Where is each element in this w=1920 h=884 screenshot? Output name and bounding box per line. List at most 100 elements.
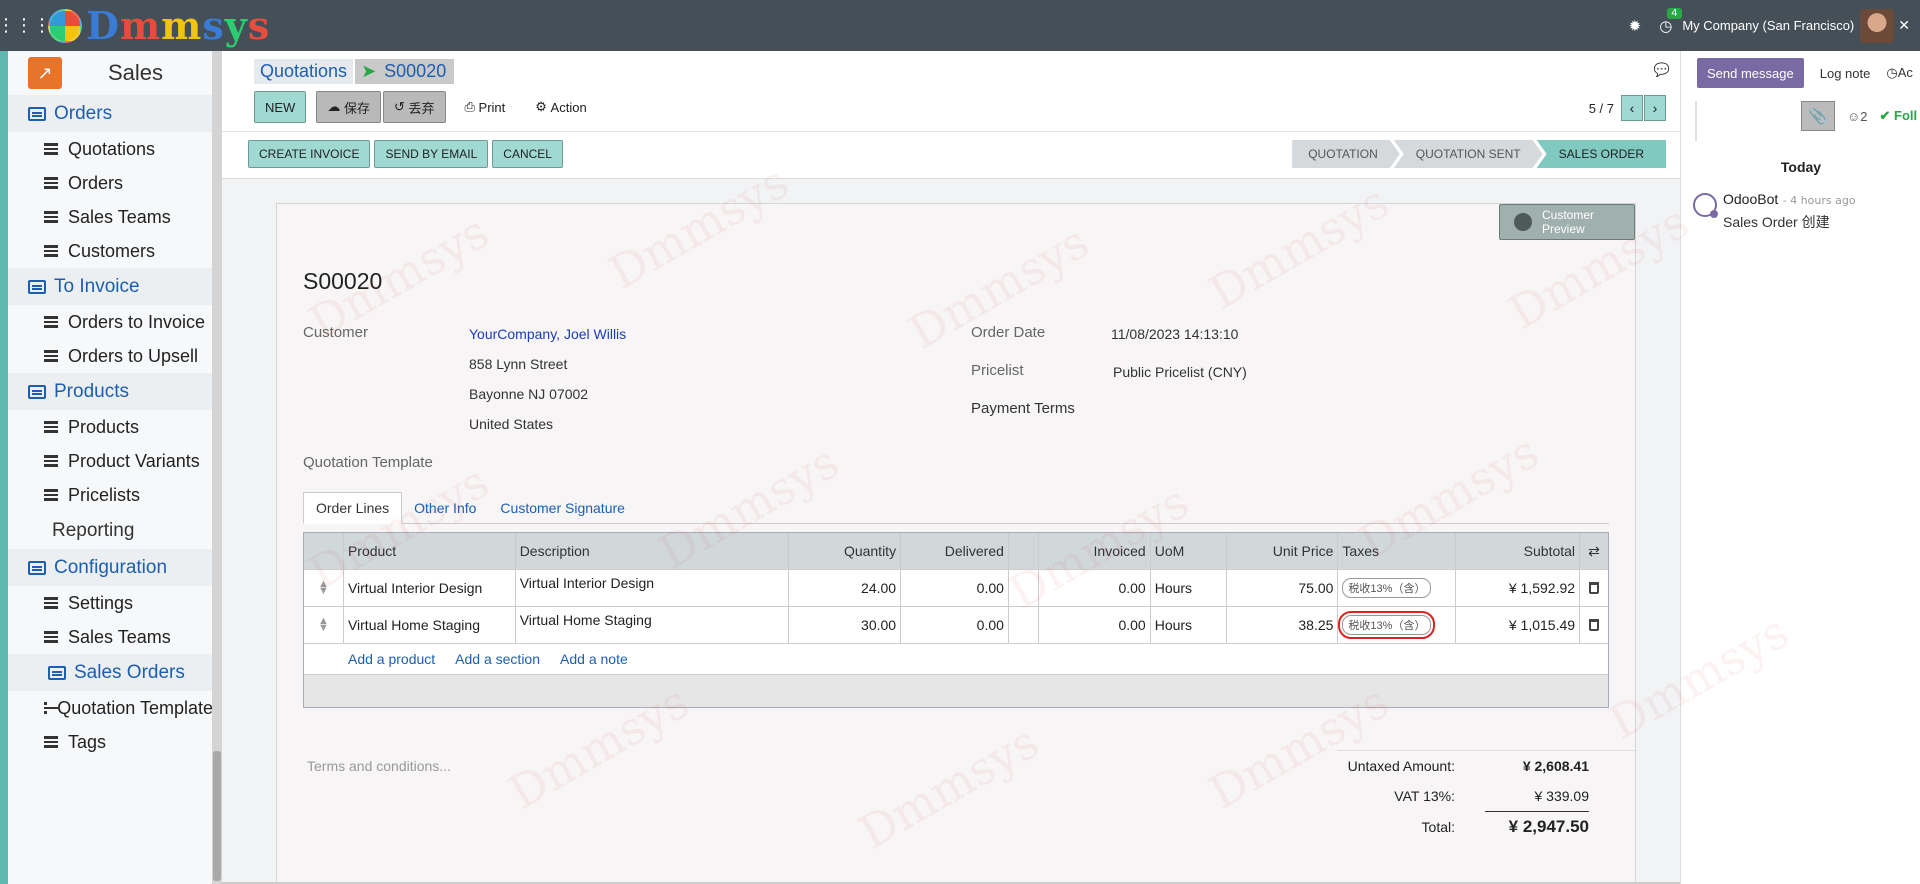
col-uom[interactable]: UoM — [1151, 533, 1227, 569]
drag-handle-icon[interactable]: ▲ ▼ — [318, 579, 329, 597]
vat-row: VAT 13%: ¥ 339.09 — [1394, 788, 1589, 804]
send-message-button[interactable]: Send message — [1697, 58, 1804, 88]
company-switcher[interactable]: My Company (San Francisco) — [1682, 18, 1854, 33]
sidebar-scroll-thumb[interactable] — [213, 751, 221, 881]
chat-toggle-icon[interactable]: 💬 — [1654, 63, 1670, 78]
activity-button[interactable]: ◷ 4 — [1659, 7, 1682, 35]
stage-sales-order[interactable]: SALES ORDER — [1536, 140, 1666, 168]
table-row[interactable]: ▲ ▼ Virtual Home Staging Virtual Home Sta… — [304, 607, 1608, 644]
follow-button[interactable]: ✔ Foll — [1880, 108, 1918, 124]
sidebar-item[interactable]: Sales Teams — [8, 200, 222, 234]
tab-other-info[interactable]: Other Info — [402, 492, 488, 524]
action-button[interactable]: ⚙ Action — [524, 91, 597, 123]
log-note-button[interactable]: Log note — [1820, 66, 1871, 81]
clock-icon: ◷ — [1886, 65, 1898, 80]
sales-app-icon: ↗ — [28, 57, 62, 89]
list-icon — [44, 736, 58, 748]
arrow-icon: ➤ — [361, 61, 377, 81]
col-taxes[interactable]: Taxes — [1338, 533, 1457, 569]
table-row[interactable]: ▲ ▼ Virtual Interior Design Virtual Inter… — [304, 570, 1608, 607]
pager-value[interactable]: 5 / 7 — [1589, 101, 1614, 116]
stage-quotation-sent[interactable]: QUOTATION SENT — [1394, 140, 1543, 168]
breadcrumb-quotations[interactable]: Quotations — [254, 59, 354, 84]
drag-handle-icon[interactable]: ▲ ▼ — [318, 616, 329, 634]
attachment-button[interactable]: 📎 — [1801, 101, 1835, 131]
date-separator: Today — [1780, 159, 1822, 175]
breadcrumb-current: ➤ S00020 — [355, 59, 455, 84]
untaxed-row: Untaxed Amount: ¥ 2,608.41 — [1347, 758, 1589, 774]
sidebar-item[interactable]: Settings — [8, 586, 222, 620]
sidebar-section[interactable]: Reporting — [8, 512, 222, 549]
sidebar-item[interactable]: Products — [8, 410, 222, 444]
print-button[interactable]: ⎙ Print — [454, 91, 517, 123]
sidebar-item[interactable]: Product Variants — [8, 444, 222, 478]
sidebar-item[interactable]: Tags — [8, 725, 222, 759]
address-line-3: United States — [469, 416, 554, 432]
tab-customer-signature[interactable]: Customer Signature — [488, 492, 637, 524]
fullscreen-close-icon[interactable]: ✕ — [1898, 18, 1910, 34]
stage-quotation[interactable]: QUOTATION — [1292, 140, 1400, 168]
customer-preview-button[interactable]: Customer Preview — [1499, 204, 1635, 240]
activity-button[interactable]: ◷Ac — [1886, 65, 1913, 81]
trash-icon[interactable] — [1589, 619, 1600, 631]
trash-icon[interactable] — [1589, 582, 1600, 594]
col-quantity[interactable]: Quantity — [789, 533, 902, 569]
sidebar-item[interactable]: Pricelists — [8, 478, 222, 512]
send-by-email-button[interactable]: SEND BY EMAIL — [374, 140, 489, 168]
clock-icon: ◷ — [1659, 16, 1673, 35]
col-description[interactable]: Description — [516, 533, 790, 569]
add-product-link[interactable]: Add a product — [348, 651, 435, 667]
optional-columns-icon[interactable]: ⇄ — [1580, 533, 1608, 569]
col-invoiced[interactable]: Invoiced — [1039, 533, 1151, 569]
sidebar-scrollbar[interactable] — [212, 51, 222, 884]
discard-button[interactable]: ↺ 丢弃 — [382, 91, 446, 123]
create-invoice-button[interactable]: CREATE INVOICE — [248, 140, 371, 168]
sidebar-section[interactable]: Configuration — [8, 549, 222, 586]
status-stages: QUOTATION QUOTATION SENT SALES ORDER — [1298, 140, 1666, 168]
order-date-value[interactable]: 11/08/2023 14:13:10 — [1111, 326, 1238, 342]
sidebar-item[interactable]: Orders to Upsell — [8, 339, 222, 373]
address-line-2: Bayonne NJ 07002 — [469, 386, 589, 402]
terms-input[interactable]: Terms and conditions... — [307, 758, 451, 774]
save-button[interactable]: ☁ 保存 — [316, 91, 381, 123]
list-icon — [44, 421, 58, 433]
sidebar-item[interactable]: Quotation Templates — [8, 691, 222, 725]
pager-prev-button[interactable]: ‹ — [1621, 95, 1643, 121]
sidebar-item[interactable]: Orders to Invoice — [8, 305, 222, 339]
sidebar-section[interactable]: To Invoice — [8, 268, 222, 305]
user-avatar[interactable] — [1860, 8, 1895, 43]
add-note-link[interactable]: Add a note — [560, 651, 628, 667]
form-buttons: NEW ☁ 保存 ↺ 丢弃 ⎙ Print ⚙ Action — [254, 91, 600, 123]
pricelist-value[interactable]: Public Pricelist (CNY) — [1113, 364, 1247, 380]
followers-button[interactable]: ☺2 — [1847, 109, 1868, 124]
list-icon — [44, 631, 58, 643]
add-section-link[interactable]: Add a section — [455, 651, 540, 667]
sidebar-item[interactable]: Customers — [8, 234, 222, 268]
col-product[interactable]: Product — [344, 533, 516, 569]
table-footer — [304, 675, 1608, 707]
sidebar-section[interactable]: Orders — [8, 95, 222, 132]
sidebar-section[interactable]: Products — [8, 373, 222, 410]
new-button[interactable]: NEW — [254, 91, 307, 123]
debug-icon[interactable]: ✹ — [1629, 17, 1642, 35]
tab-order-lines[interactable]: Order Lines — [303, 492, 403, 524]
col-delivered[interactable]: Delivered — [901, 533, 1009, 569]
odoobot-avatar[interactable] — [1693, 193, 1718, 218]
col-unit-price[interactable]: Unit Price — [1227, 533, 1339, 569]
tax-tag[interactable]: 税收13%（含） — [1342, 578, 1432, 598]
pager-next-button[interactable]: › — [1644, 95, 1666, 121]
brand-logo[interactable]: Dmmsys — [48, 0, 270, 51]
sidebar-item[interactable]: Quotations — [8, 132, 222, 166]
sidebar-item[interactable]: Sales Teams — [8, 620, 222, 654]
cloud-upload-icon: ☁ — [327, 99, 344, 114]
col-subtotal[interactable]: Subtotal — [1456, 533, 1581, 569]
sidebar-item[interactable]: Orders — [8, 166, 222, 200]
sidebar-section[interactable]: Sales Orders — [8, 654, 222, 691]
apps-menu-icon[interactable]: ⋮⋮⋮ — [0, 0, 51, 51]
customer-link[interactable]: YourCompany, Joel Willis — [469, 326, 626, 342]
record-name: S00020 — [303, 268, 383, 294]
tax-tag-highlighted[interactable]: 税收13%（含） — [1338, 611, 1436, 639]
message-author[interactable]: OdooBot — [1723, 191, 1778, 207]
cancel-button[interactable]: CANCEL — [492, 140, 563, 168]
activity-count-badge: 4 — [1667, 7, 1682, 19]
